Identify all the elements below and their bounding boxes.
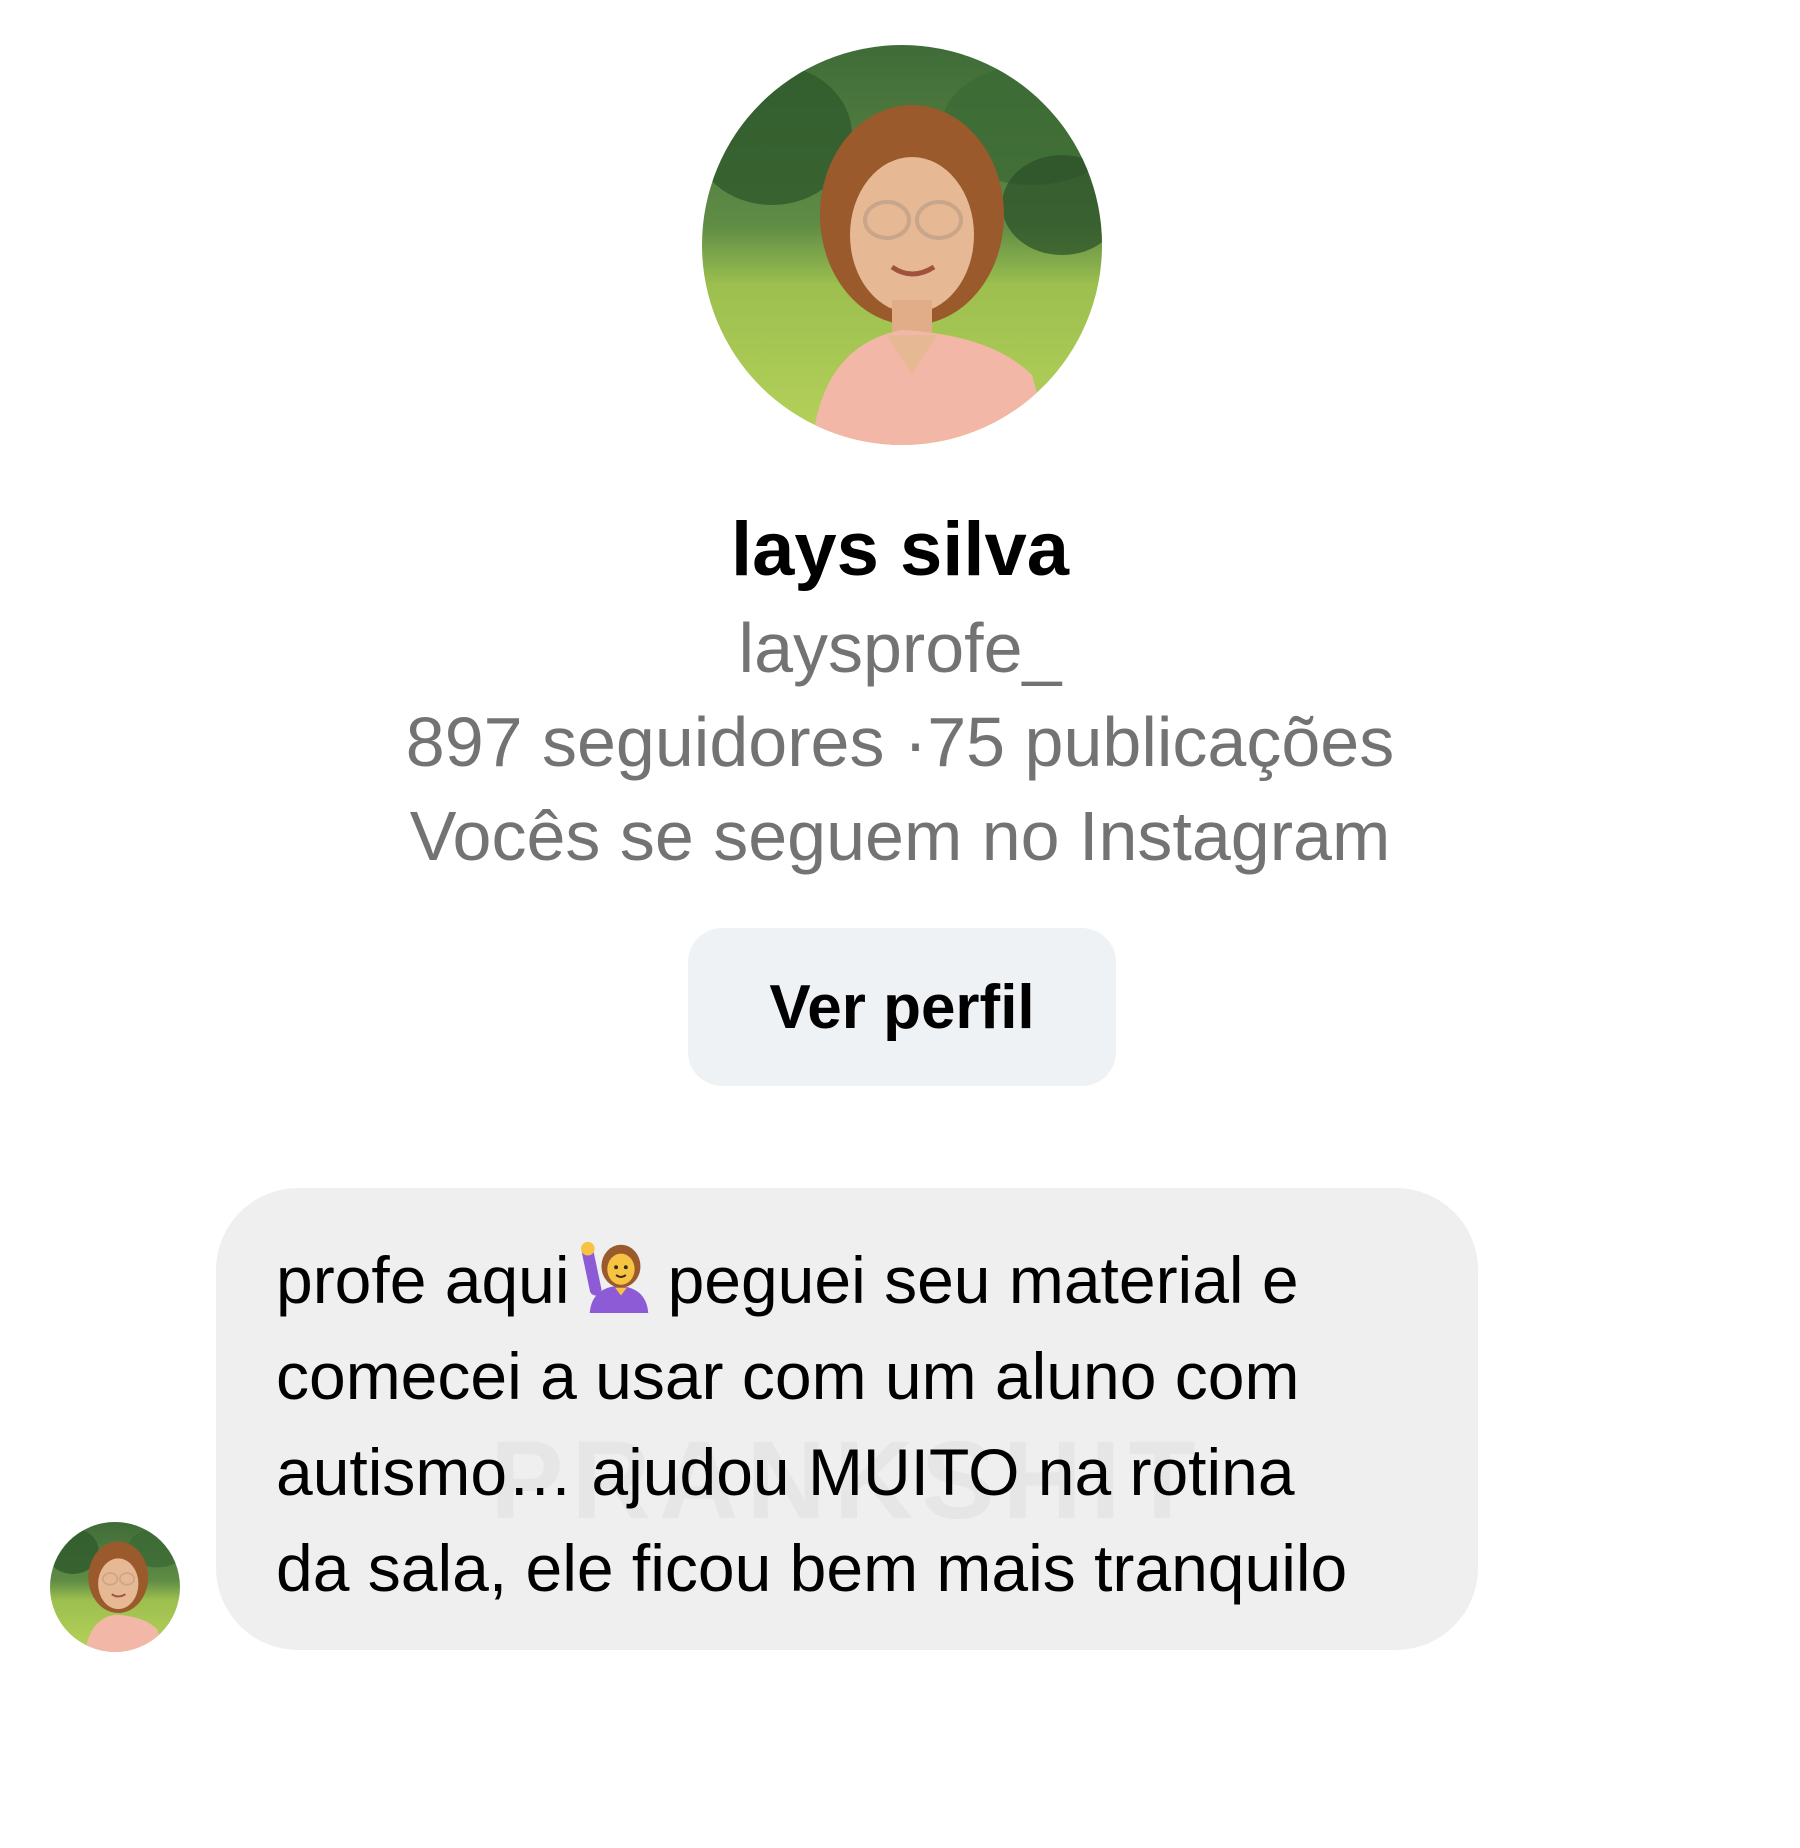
message-line-4: da sala, ele ficou bem mais tranquilo — [276, 1531, 1348, 1605]
profile-stats: 897 seguidores ·75 publicações — [405, 703, 1395, 781]
profile-photo-icon — [702, 45, 1102, 445]
display-name: lays silva — [730, 507, 1070, 592]
view-profile-button[interactable]: Ver perfil — [688, 928, 1116, 1086]
message-text: peguei seu material e — [667, 1243, 1299, 1317]
message-text: profe aqui — [276, 1243, 570, 1317]
message-line-2: comecei a usar com um aluno com — [276, 1339, 1300, 1413]
person-raising-hand-emoji-icon — [580, 1237, 658, 1315]
message-line-1: profe aqui peguei seu material e — [276, 1232, 1438, 1328]
sender-avatar[interactable] — [50, 1522, 180, 1652]
username: laysprofe_ — [738, 609, 1062, 687]
profile-photo-icon — [50, 1522, 180, 1652]
message-bubble[interactable]: PRANKSHIT profe aqui peguei seu material… — [216, 1188, 1478, 1650]
profile-avatar[interactable] — [702, 45, 1102, 445]
mutual-follow-text: Vocês se seguem no Instagram — [409, 797, 1391, 875]
message-line-3: autismo… ajudou MUITO na rotina — [276, 1435, 1295, 1509]
